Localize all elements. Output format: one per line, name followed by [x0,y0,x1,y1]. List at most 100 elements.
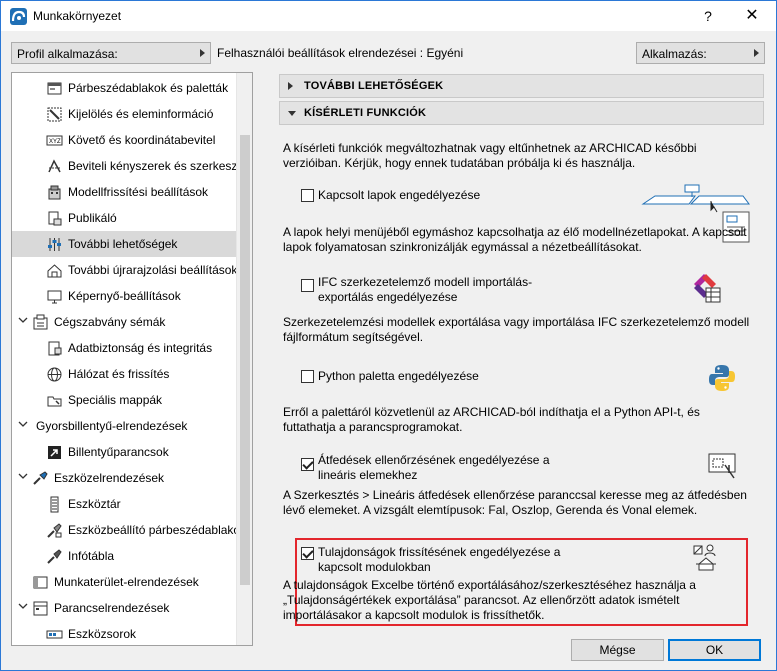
collision-check-checkbox[interactable] [301,458,314,471]
tree-group-shortcut-schemes[interactable]: Gyorsbillentyű-elrendezések [12,413,236,439]
selection-icon [47,107,62,122]
tree-item-info-box[interactable]: Infótábla [12,543,236,569]
collision-check-label: Átfedések ellenőrzésének engedélyezése a… [318,453,550,482]
section-title: KÍSÉRLETI FUNKCIÓK [304,107,427,119]
tree-item-redraw[interactable]: További újrarajzolási beállítások [12,257,238,283]
tree-item-constraints[interactable]: Beviteli kényszerek és szerkesztővonalak [12,153,252,179]
python-palette-label: Python paletta engedélyezése [318,369,479,383]
chevron-down-icon[interactable] [18,471,28,481]
tree-group-command-schemes[interactable]: Parancselrendezések [12,595,236,621]
tree-group-tool-schemes[interactable]: Eszközelrendezések [12,465,236,491]
close-button[interactable]: ✕ [739,4,765,28]
tree-item-network[interactable]: Hálózat és frissítés [12,361,236,387]
tree-item-selection-info[interactable]: Kijelölés és eleminformáció [12,101,236,127]
property-update-checkbox[interactable] [301,547,314,560]
dialog-window: Munkakörnyezet ? ✕ Profil alkalmazása: F… [0,0,777,671]
tree-item-data-safety[interactable]: Adatbiztonság és integritás [12,335,236,361]
triangle-down-icon [288,111,296,116]
info-box-icon [47,549,62,564]
triangle-right-icon [288,82,293,90]
tree-item-screen-options[interactable]: Képernyő-beállítások [12,283,236,309]
ifc-structural-checkbox[interactable] [301,279,314,292]
property-update-icon [693,544,716,571]
collision-check-icon [708,453,736,479]
chevron-down-icon[interactable] [18,601,28,611]
tree-item-toolbars[interactable]: Eszközsorok [12,621,236,645]
tree-item-label: Eszközsorok [68,627,137,641]
more-options-icon [48,238,61,251]
model-rebuild-icon [48,185,61,200]
tree-group-company-schemes[interactable]: Cégszabvány sémák [12,309,236,335]
data-safety-icon [48,341,62,356]
title-bar: Munkakörnyezet ? ✕ [1,1,776,31]
tree-item-label: Cégszabvány sémák [54,315,166,329]
tree-item-label: Parancselrendezések [54,601,170,615]
tree-item-label: További újrarajzolási beállítások [68,263,238,277]
ok-button[interactable]: OK [668,639,761,661]
tree-item-label: Gyorsbillentyű-elrendezések [36,419,188,433]
tree-item-toolbox[interactable]: Eszköztár [12,491,236,517]
tree-item-label: Párbeszédablakok és paletták [68,81,229,95]
chevron-down-icon[interactable] [18,315,28,325]
company-schemes-icon [33,314,48,330]
tree-item-label: További lehetőségek [68,237,178,251]
tree-item-label: Adatbiztonság és integritás [68,341,213,355]
tree-item-label: Publikáló [68,211,117,225]
ifc-structural-label: IFC szerkezetelemző modell importálás-ex… [318,275,533,304]
triangle-right-icon [200,49,205,57]
tree-item-publisher[interactable]: Publikáló [12,205,236,231]
chevron-down-icon[interactable] [18,419,28,429]
tree-item-tracker[interactable]: XYZ Követő és koordinátabevitel [12,127,236,153]
toolbars-icon [46,630,63,639]
ifc-structural-description: Szerkezetelemzési modellek exportálása v… [283,315,750,344]
publisher-icon [48,211,62,226]
special-folders-icon [47,396,62,407]
apply-dropdown[interactable]: Alkalmazás: [636,42,765,64]
dialog-palette-icon [47,82,62,95]
tool-settings-icon [47,523,62,538]
tree-item-label: Követő és koordinátabevitel [68,133,216,147]
help-button[interactable]: ? [695,4,721,28]
python-palette-checkbox[interactable] [301,370,314,383]
constraint-icon [48,159,61,173]
tree-item-label: Speciális mappák [68,393,163,407]
keyboard-shortcut-icon [48,446,61,459]
tree-scrollbar-thumb[interactable] [240,135,250,585]
tree-item-more-options[interactable]: További lehetőségek [12,231,236,257]
tree-item-label: Kijelölés és eleminformáció [68,107,214,121]
tree-item-label: Billentyűparancsok [68,445,169,459]
cancel-button[interactable]: Mégse [571,639,664,661]
python-icon [709,365,735,391]
tree-item-label: Képernyő-beállítások [68,289,181,303]
apply-profile-dropdown[interactable]: Profil alkalmazása: [11,42,211,64]
tree-item-keyboard-shortcuts[interactable]: Billentyűparancsok [12,439,236,465]
redraw-icon [47,264,62,278]
section-header-experimental[interactable]: KÍSÉRLETI FUNKCIÓK [279,101,764,125]
window-title: Munkakörnyezet [33,9,122,23]
tree-scrollbar[interactable] [236,73,252,645]
linked-sheets-checkbox[interactable] [301,189,314,202]
tree-item-label: Modellfrissítési beállítások [68,185,209,199]
tree-group-work-environment[interactable]: Munkaterület-elrendezések [12,569,236,595]
linked-sheets-description: A lapok helyi menüjéből egymáshoz kapcso… [283,225,747,254]
screen-icon [47,290,62,304]
tree-item-label: Eszközbeállító párbeszédablakok [68,523,247,537]
work-environment-icon [33,576,48,589]
command-schemes-icon [33,601,48,616]
svg-text:XYZ: XYZ [49,139,61,145]
settings-tree[interactable]: Párbeszédablakok és paletták Kijelölés é… [11,72,253,646]
tree-item-label: Eszközelrendezések [54,471,165,485]
toolbox-icon [50,496,59,513]
tree-item-special-folders[interactable]: Speciális mappák [12,387,236,413]
tree-item-model-rebuild[interactable]: Modellfrissítési beállítások [12,179,236,205]
tree-item-label: Eszköztár [68,497,121,511]
tree-item-tool-settings[interactable]: Eszközbeállító párbeszédablakok [12,517,246,543]
linked-sheets-label: Kapcsolt lapok engedélyezése [318,188,481,202]
network-globe-icon [47,367,62,382]
tree-item-label: Infótábla [68,549,115,563]
tree-item-label: Hálózat és frissítés [68,367,170,381]
triangle-right-icon [754,49,759,57]
section-header-more-options[interactable]: TOVÁBBI LEHETŐSÉGEK [279,74,764,98]
tree-item-dialogs-palettes[interactable]: Párbeszédablakok és paletták [12,75,236,101]
tree-item-label: Beviteli kényszerek és szerkesztővonalak [68,159,252,173]
